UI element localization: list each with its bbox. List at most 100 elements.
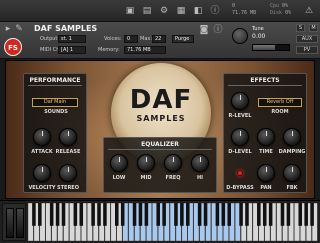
voices-label: Voices:: [104, 36, 122, 42]
mod-wheel[interactable]: [16, 208, 24, 238]
release-knob[interactable]: [59, 128, 77, 146]
black-key[interactable]: [32, 203, 36, 226]
performance-title: PERFORMANCE: [29, 77, 81, 84]
eq-freq-knob[interactable]: [164, 154, 182, 172]
wrench-icon[interactable]: ✎: [14, 23, 24, 35]
fbk-knob[interactable]: [283, 164, 301, 182]
keyboard-icon[interactable]: ▦: [175, 5, 187, 17]
sounds-menu[interactable]: Daf Main: [32, 98, 78, 107]
performance-section: PERFORMANCE Daf Main SOUNDS ATTACK RELEA…: [23, 73, 87, 193]
black-key[interactable]: [38, 203, 42, 226]
black-key[interactable]: [280, 203, 285, 226]
volume-slider[interactable]: [252, 44, 290, 51]
section-divider: [28, 85, 82, 86]
tune-value: 0.00: [252, 33, 266, 40]
black-key[interactable]: [79, 203, 84, 226]
master-icon[interactable]: ◧: [192, 5, 204, 17]
black-key[interactable]: [245, 203, 249, 226]
logo-text: FS: [8, 44, 18, 52]
rack-view-icon[interactable]: ▣: [124, 5, 136, 17]
eq-hi-knob[interactable]: [191, 154, 209, 172]
d-bypass-led[interactable]: [237, 170, 243, 176]
black-key[interactable]: [310, 203, 314, 226]
aux-button[interactable]: AUX: [296, 35, 318, 43]
black-key[interactable]: [138, 203, 143, 226]
black-key[interactable]: [73, 203, 78, 226]
info-icon[interactable]: ⓘ: [212, 24, 224, 36]
r-level-knob[interactable]: [231, 92, 249, 110]
black-key[interactable]: [103, 203, 107, 226]
solo-button[interactable]: S: [296, 24, 305, 32]
stereo-knob[interactable]: [59, 164, 77, 182]
black-key[interactable]: [115, 203, 119, 226]
pv-button[interactable]: PV: [296, 46, 318, 54]
info-icon[interactable]: ⓘ: [209, 5, 221, 17]
black-key[interactable]: [186, 203, 190, 226]
equalizer-title: EQUALIZER: [141, 141, 179, 148]
black-key[interactable]: [215, 203, 220, 226]
black-key[interactable]: [268, 203, 273, 226]
midi-channel-selector[interactable]: [A] 1: [58, 46, 86, 54]
black-key[interactable]: [174, 203, 178, 226]
tune-knob[interactable]: [232, 28, 248, 44]
volume-fill: [253, 45, 275, 50]
black-key[interactable]: [132, 203, 137, 226]
attack-knob[interactable]: [33, 128, 51, 146]
effects-section: EFFECTS R-LEVEL Reverb Off ROOM D-LEVEL …: [223, 73, 307, 193]
reverb-menu[interactable]: Reverb Off: [258, 98, 302, 107]
cpu-label: Cpu: [270, 3, 280, 9]
disk-value: 0%: [285, 10, 292, 16]
d-level-knob[interactable]: [231, 128, 249, 146]
black-key[interactable]: [221, 203, 226, 226]
browser-icon[interactable]: ▤: [141, 5, 153, 17]
tune-volume-area: Tune 0.00: [228, 24, 292, 57]
black-key[interactable]: [304, 203, 308, 226]
mute-button[interactable]: M: [309, 24, 318, 32]
black-key[interactable]: [239, 203, 243, 226]
black-key[interactable]: [257, 203, 261, 226]
instrument-name[interactable]: DAF SAMPLES: [34, 24, 97, 33]
fs-logo: FS: [4, 38, 22, 56]
black-key[interactable]: [120, 203, 125, 226]
purge-button[interactable]: Purge: [172, 35, 194, 43]
black-key[interactable]: [91, 203, 95, 226]
black-key[interactable]: [97, 203, 101, 226]
black-key[interactable]: [61, 203, 66, 226]
max-voices-field[interactable]: 22: [152, 35, 166, 43]
camera-icon[interactable]: ◙: [198, 24, 210, 36]
damping-knob[interactable]: [283, 128, 301, 146]
collapse-icon[interactable]: ▸: [4, 23, 12, 35]
output-selector[interactable]: st. 1: [58, 35, 86, 43]
voice-count: 0: [232, 3, 236, 9]
black-key[interactable]: [203, 203, 208, 226]
pan-knob[interactable]: [257, 164, 275, 182]
black-key[interactable]: [55, 203, 60, 226]
velocity-knob[interactable]: [33, 164, 51, 182]
black-key[interactable]: [162, 203, 166, 226]
black-key[interactable]: [144, 203, 149, 226]
black-key[interactable]: [227, 203, 231, 226]
title-main: DAF: [129, 85, 193, 115]
black-key[interactable]: [197, 203, 202, 226]
warning-icon[interactable]: ⚠: [303, 5, 315, 17]
options-icon[interactable]: ⚙: [158, 5, 170, 17]
black-key[interactable]: [49, 203, 54, 226]
release-label: RELEASE: [55, 149, 81, 155]
eq-mid-knob[interactable]: [137, 154, 155, 172]
piano-keyboard[interactable]: [28, 203, 318, 241]
fbk-label: FBK: [286, 185, 298, 191]
black-key[interactable]: [156, 203, 160, 226]
eq-low-knob[interactable]: [110, 154, 128, 172]
black-key[interactable]: [262, 203, 267, 226]
keyboard-area: [0, 200, 320, 243]
time-knob[interactable]: [257, 128, 275, 146]
black-key[interactable]: [180, 203, 184, 226]
equalizer-section: EQUALIZER LOW MID FREQ HI: [103, 137, 217, 193]
black-key[interactable]: [286, 203, 291, 226]
instrument-panel: DAF SAMPLES PERFORMANCE Daf Main SOUNDS …: [5, 60, 315, 199]
cpu-value: 0%: [282, 3, 289, 9]
pitch-wheel[interactable]: [6, 208, 14, 238]
stereo-label: STEREO: [57, 185, 79, 191]
black-key[interactable]: [298, 203, 303, 226]
damping-label: DAMPING: [278, 149, 306, 155]
